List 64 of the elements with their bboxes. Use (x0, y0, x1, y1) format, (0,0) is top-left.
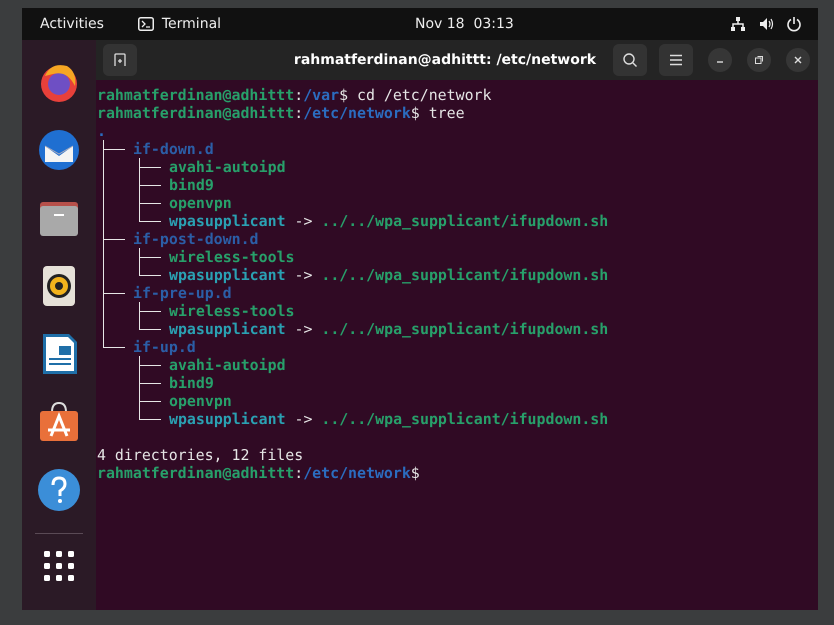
close-button[interactable] (786, 48, 810, 72)
menu-button[interactable] (659, 44, 693, 76)
terminal-icon (138, 17, 154, 31)
power-icon[interactable] (786, 16, 802, 32)
prompt-path: /etc/network (303, 104, 411, 122)
file-name: bind9 (169, 374, 214, 392)
prompt-symbol: $ (410, 104, 420, 122)
file-name: openvpn (169, 392, 232, 410)
directory-name: if-down.d (133, 140, 214, 158)
symlink-arrow: -> (294, 320, 312, 338)
file-name: avahi-autoipd (169, 158, 286, 176)
app-grid-icon[interactable] (43, 550, 75, 582)
symlink-arrow: -> (294, 212, 312, 230)
directory-name: if-up.d (133, 338, 196, 356)
file-name: avahi-autoipd (169, 356, 286, 374)
clock[interactable]: Nov 18 03:13 (415, 16, 514, 32)
tree-root: . (97, 122, 106, 140)
new-tab-icon (112, 52, 128, 68)
symlink-arrow: -> (294, 410, 312, 428)
directory-name: if-post-down.d (133, 230, 259, 248)
command-text: cd /etc/network (356, 86, 492, 104)
maximize-button[interactable] (747, 48, 771, 72)
symlink-name: wpasupplicant (169, 266, 286, 284)
prompt-user: rahmatferdinan@adhittt (97, 104, 294, 122)
prompt-separator: : (294, 104, 304, 122)
symlink-target: ../../wpa_supplicant/ifupdown.sh (321, 320, 608, 338)
symlink-target: ../../wpa_supplicant/ifupdown.sh (321, 266, 608, 284)
prompt-user: rahmatferdinan@adhittt (97, 86, 294, 104)
file-name: wireless-tools (169, 302, 295, 320)
minimize-button[interactable] (708, 48, 732, 72)
help-icon (37, 468, 81, 512)
prompt-separator: : (294, 464, 304, 482)
prompt-symbol: $ (410, 464, 420, 482)
file-name: wireless-tools (169, 248, 295, 266)
command-text: tree (428, 104, 465, 122)
close-icon (793, 55, 803, 65)
summary-text: 4 directories, 12 files (97, 446, 304, 464)
app-menu[interactable]: Terminal (162, 16, 222, 32)
prompt-symbol: $ (339, 86, 348, 104)
symlink-name: wpasupplicant (169, 320, 286, 338)
symlink-target: ../../wpa_supplicant/ifupdown.sh (321, 410, 608, 428)
symlink-name: wpasupplicant (169, 212, 286, 230)
symlink-arrow: -> (294, 266, 312, 284)
prompt-separator: : (294, 86, 304, 104)
symlink-target: ../../wpa_supplicant/ifupdown.sh (321, 212, 608, 230)
prompt-path: /var (303, 86, 340, 104)
volume-icon[interactable] (758, 16, 774, 32)
bird-envelope-icon (37, 128, 81, 172)
new-tab-button[interactable] (103, 44, 137, 76)
activities-button[interactable]: Activities (40, 16, 104, 32)
terminal-area[interactable] (96, 80, 818, 610)
menu-icon (669, 54, 683, 66)
file-name: bind9 (169, 176, 214, 194)
symlink-name: wpasupplicant (169, 410, 286, 428)
prompt-path: /etc/network (303, 464, 411, 482)
search-button[interactable] (613, 44, 647, 76)
search-icon (622, 52, 638, 68)
maximize-icon (754, 55, 764, 65)
directory-name: if-pre-up.d (133, 284, 232, 302)
network-icon[interactable] (730, 16, 746, 32)
window-title: rahmatferdinan@adhittt: /etc/network (292, 52, 598, 68)
file-name: openvpn (169, 194, 232, 212)
shopping-bag-icon (37, 400, 81, 444)
prompt-user: rahmatferdinan@adhittt (97, 464, 294, 482)
